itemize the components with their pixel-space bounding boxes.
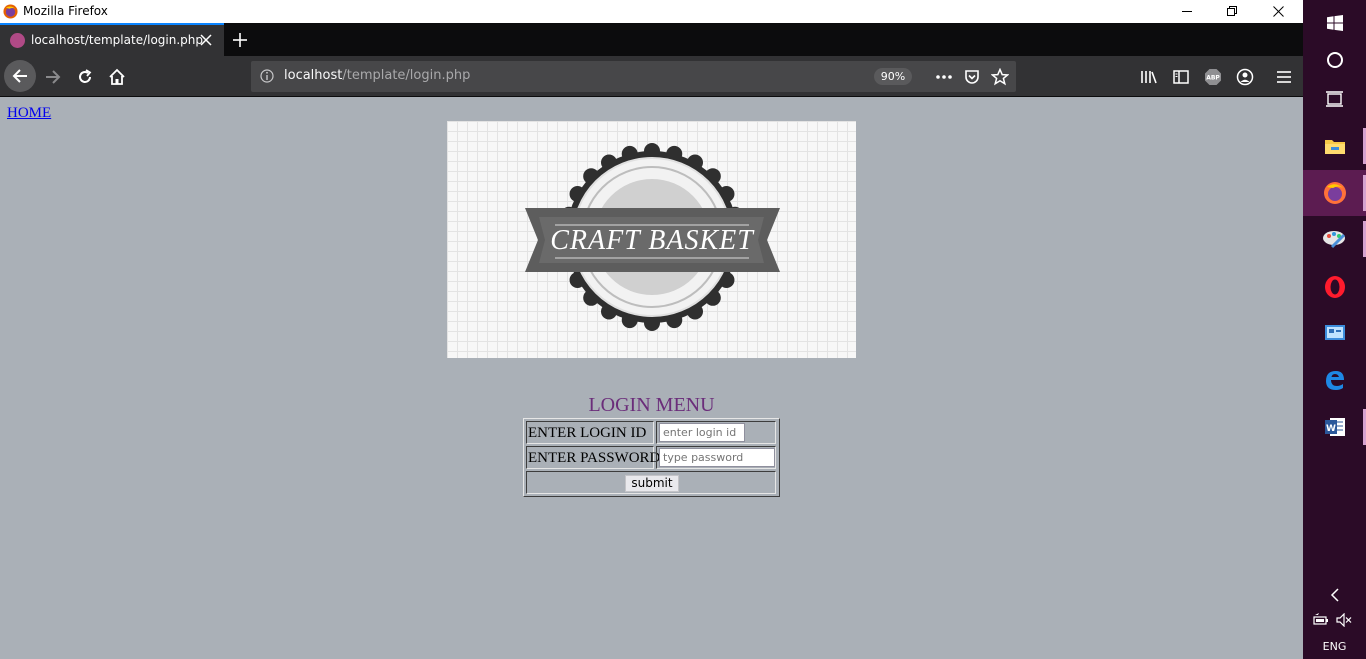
sidebar-button[interactable] — [1166, 62, 1196, 92]
logo-text: CRAFT BASKET — [550, 225, 755, 256]
tab-favicon-icon — [10, 33, 25, 48]
chevron-left-icon — [1330, 588, 1339, 602]
site-info-icon[interactable] — [260, 69, 274, 83]
opera-icon — [1324, 276, 1345, 298]
library-button[interactable] — [1134, 62, 1164, 92]
back-button[interactable] — [4, 60, 36, 92]
logo-badge-scallop — [644, 315, 660, 331]
sidebar-icon — [1173, 70, 1189, 84]
volume-muted-icon[interactable] — [1336, 613, 1352, 627]
adblock-plus-button[interactable]: ABP — [1198, 62, 1228, 92]
cortana-icon — [1326, 52, 1343, 68]
login-id-input-cell: enter login id — [656, 421, 776, 444]
star-icon — [991, 68, 1009, 86]
title-bar: Mozilla Firefox — [0, 0, 1303, 23]
password-input[interactable]: type password — [659, 448, 775, 467]
control-panel-button[interactable] — [1303, 310, 1366, 356]
tab-close-icon[interactable] — [200, 34, 212, 46]
adblock-plus-icon: ABP — [1205, 69, 1221, 85]
pocket-icon — [965, 70, 979, 84]
url-text[interactable]: localhost/template/login.php — [284, 68, 470, 83]
home-icon — [109, 68, 125, 85]
language-indicator[interactable]: ENG — [1303, 640, 1366, 653]
task-view-button[interactable] — [1303, 76, 1366, 122]
page-content: HOME CRAFT BASKET LOGIN MENU ENTER LOGIN — [0, 97, 1303, 659]
account-button[interactable] — [1230, 62, 1260, 92]
edge-icon — [1325, 371, 1344, 390]
close-window-button[interactable] — [1255, 0, 1301, 23]
restore-icon — [1226, 6, 1237, 16]
opera-button[interactable] — [1303, 264, 1366, 310]
file-explorer-button[interactable] — [1303, 123, 1366, 169]
battery-icon[interactable] — [1313, 613, 1329, 627]
menu-button[interactable] — [1269, 62, 1299, 92]
firefox-logo-icon — [3, 4, 18, 19]
minimize-icon — [1181, 11, 1192, 12]
back-arrow-icon — [12, 69, 27, 83]
paint-icon — [1322, 231, 1345, 249]
svg-text:W: W — [1326, 424, 1336, 434]
logo-badge-scallop — [644, 143, 660, 159]
logo-badge-graphic: CRAFT BASKET — [525, 143, 780, 331]
reload-button[interactable] — [70, 62, 100, 92]
system-tray — [1303, 611, 1366, 629]
active-tab[interactable]: localhost/template/login.php — [0, 23, 224, 56]
task-view-icon — [1325, 91, 1343, 107]
browser-window: Mozilla Firefox localhost/template/login… — [0, 0, 1303, 659]
more-dots-icon — [936, 75, 952, 79]
new-tab-icon[interactable] — [231, 31, 249, 49]
window-title: Mozilla Firefox — [23, 4, 108, 18]
login-heading: LOGIN MENU — [588, 394, 715, 416]
word-icon: W — [1324, 418, 1345, 436]
craft-basket-logo: CRAFT BASKET — [447, 121, 856, 358]
tab-title: localhost/template/login.php — [31, 33, 204, 47]
login-form: ENTER LOGIN ID enter login id ENTER PASS… — [523, 418, 780, 497]
svg-text:ABP: ABP — [1206, 75, 1220, 82]
forward-arrow-icon — [46, 70, 61, 84]
close-icon — [1272, 6, 1284, 17]
bookmark-star-button[interactable] — [990, 67, 1010, 87]
password-label: ENTER PASSWORD — [528, 450, 661, 466]
windows-taskbar: W ENG — [1303, 0, 1366, 659]
firefox-taskbar-button[interactable] — [1303, 170, 1366, 216]
minimize-button[interactable] — [1164, 0, 1210, 23]
paint-button[interactable] — [1303, 216, 1366, 262]
password-input-cell: type password — [656, 446, 776, 469]
tab-bar: localhost/template/login.php — [0, 23, 1303, 56]
zoom-level-badge[interactable]: 90% — [874, 68, 912, 85]
page-actions-button[interactable] — [934, 67, 954, 87]
library-icon — [1141, 71, 1157, 84]
password-label-cell: ENTER PASSWORD — [526, 446, 660, 469]
login-id-input[interactable]: enter login id — [659, 423, 745, 442]
account-icon — [1236, 68, 1254, 86]
forward-button[interactable] — [38, 62, 68, 92]
navigation-toolbar: localhost/template/login.php 90% ABP — [0, 56, 1303, 97]
home-button[interactable] — [102, 62, 132, 92]
edge-button[interactable] — [1303, 357, 1366, 403]
file-explorer-icon — [1324, 140, 1345, 154]
url-path: /template/login.php — [342, 68, 471, 83]
login-id-label-cell: ENTER LOGIN ID — [526, 421, 654, 444]
reload-icon — [79, 69, 92, 83]
address-bar[interactable]: localhost/template/login.php 90% — [251, 61, 1016, 92]
home-link[interactable]: HOME — [7, 105, 51, 122]
windows-start-icon — [1326, 15, 1343, 31]
firefox-icon — [1323, 182, 1346, 204]
submit-button[interactable]: submit — [625, 475, 679, 492]
hamburger-menu-icon — [1277, 71, 1291, 83]
pocket-button[interactable] — [962, 67, 982, 87]
restore-button[interactable] — [1209, 0, 1255, 23]
word-button[interactable]: W — [1303, 404, 1366, 450]
url-host: localhost — [284, 68, 343, 83]
control-panel-icon — [1324, 325, 1345, 340]
login-id-label: ENTER LOGIN ID — [528, 425, 647, 441]
